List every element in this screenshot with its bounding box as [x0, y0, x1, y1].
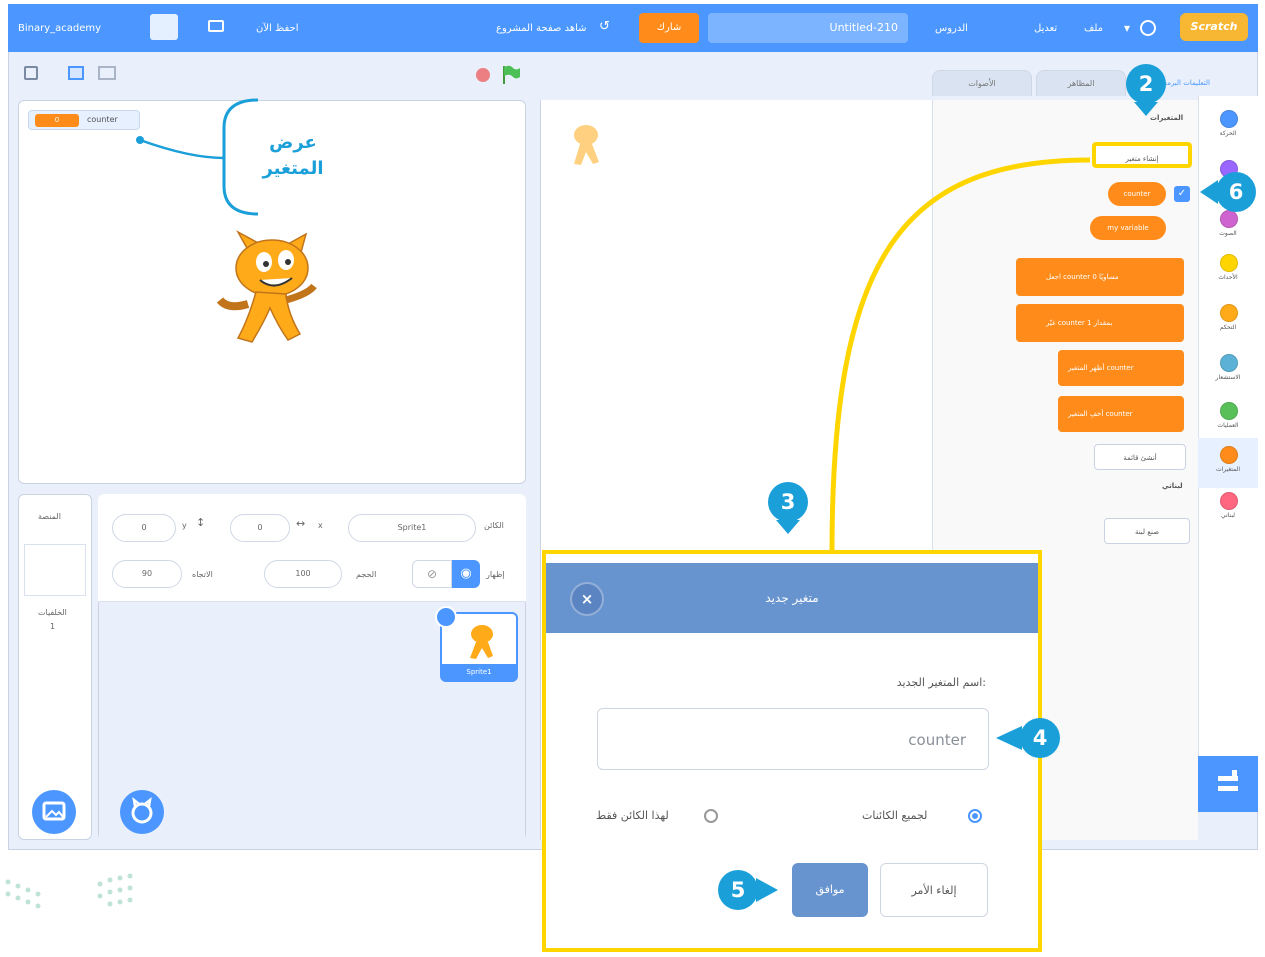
callout-line-1: عرض — [269, 132, 317, 153]
step-2-badge: 2 — [1126, 64, 1166, 104]
close-dialog-button[interactable]: × — [570, 582, 604, 616]
step-4-pointer-icon — [996, 726, 1022, 750]
cancel-button[interactable]: إلغاء الأمر — [880, 863, 988, 917]
variable-display-callout: عرض المتغير — [238, 130, 348, 182]
for-all-sprites-label[interactable]: لجميع الكائنات — [862, 809, 927, 822]
dialog-header: متغير جديد — [546, 563, 1038, 633]
step-4-badge: 4 — [1020, 718, 1060, 758]
step-6-pointer-icon — [1200, 180, 1218, 204]
step-2-pointer-icon — [1134, 102, 1158, 116]
ok-button[interactable]: موافق — [792, 863, 868, 917]
variable-name-input[interactable]: counter — [597, 708, 989, 770]
for-this-sprite-label[interactable]: لهذا الكائن فقط — [596, 809, 669, 822]
dialog-title: متغير جديد — [765, 591, 819, 605]
for-this-sprite-radio[interactable] — [704, 809, 718, 823]
step-5-badge: 5 — [718, 870, 758, 910]
variable-name-label: اسم المتغير الجديد: — [896, 676, 986, 689]
step-5-pointer-icon — [756, 878, 778, 902]
step-6-badge: 6 — [1216, 172, 1256, 212]
variable-name-value: counter — [908, 731, 966, 749]
for-all-sprites-radio[interactable] — [968, 809, 982, 823]
callout-line-2: المتغير — [262, 158, 324, 179]
step-3-pointer-icon — [776, 520, 800, 534]
step-3-badge: 3 — [768, 482, 808, 522]
decorative-dots-icon — [5, 873, 133, 909]
